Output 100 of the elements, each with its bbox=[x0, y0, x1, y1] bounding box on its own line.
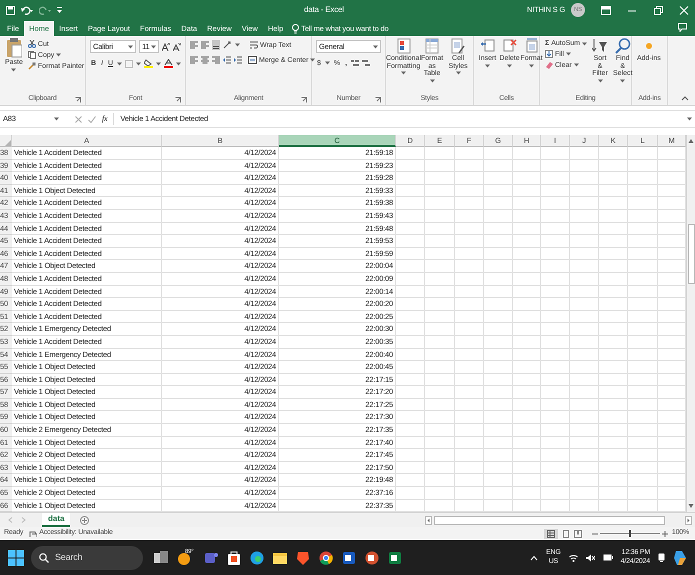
empty-cell bbox=[658, 386, 686, 399]
empty-cell bbox=[599, 424, 628, 437]
empty-cell bbox=[658, 272, 686, 286]
empty-cell bbox=[658, 462, 686, 474]
normal-view-icon[interactable] bbox=[546, 530, 555, 538]
empty-cell bbox=[599, 222, 628, 236]
search-field[interactable]: Search bbox=[31, 546, 143, 570]
empty-cell bbox=[570, 336, 599, 348]
empty-cell bbox=[541, 248, 570, 260]
empty-cell bbox=[513, 160, 541, 172]
mute-icon[interactable] bbox=[586, 554, 595, 562]
horizontal-scrollbar[interactable] bbox=[434, 516, 665, 525]
top-align-icon[interactable] bbox=[190, 41, 198, 49]
empty-cell bbox=[484, 286, 513, 298]
empty-cell bbox=[484, 210, 513, 223]
bottom-align-icon[interactable] bbox=[212, 40, 220, 50]
fill-color-icon[interactable] bbox=[144, 59, 154, 68]
empty-cell bbox=[570, 298, 599, 311]
empty-cell bbox=[484, 248, 513, 260]
empty-cell bbox=[658, 348, 686, 362]
font-color-icon[interactable] bbox=[164, 59, 174, 68]
empty-cell bbox=[628, 197, 658, 210]
caret-icon bbox=[598, 79, 602, 84]
empty-cell bbox=[541, 398, 570, 412]
empty-cell bbox=[658, 172, 686, 185]
comment-icon[interactable] bbox=[678, 23, 687, 32]
scroll-thumb[interactable] bbox=[688, 224, 694, 284]
slider-thumb[interactable] bbox=[628, 530, 631, 538]
notification-icon[interactable] bbox=[658, 553, 665, 562]
close-icon[interactable] bbox=[679, 6, 689, 14]
store-icon[interactable] bbox=[227, 550, 241, 565]
vertical-scrollbar[interactable] bbox=[686, 135, 695, 512]
dialog-launcher-icon[interactable] bbox=[175, 97, 181, 103]
empty-cell bbox=[628, 487, 658, 500]
empty-cell bbox=[396, 348, 425, 362]
decrease-indent-icon[interactable] bbox=[223, 56, 231, 64]
dialog-launcher-icon[interactable] bbox=[75, 97, 81, 103]
save-icon[interactable] bbox=[6, 6, 15, 14]
scroll-down-icon[interactable] bbox=[688, 503, 694, 510]
page-break-icon[interactable] bbox=[574, 530, 582, 538]
grow-font-icon[interactable] bbox=[162, 42, 170, 50]
scroll-right-icon[interactable] bbox=[685, 516, 692, 525]
empty-cell bbox=[599, 248, 628, 260]
empty-cell bbox=[541, 374, 570, 386]
collapse-ribbon-icon[interactable] bbox=[681, 95, 689, 101]
shield-icon[interactable] bbox=[296, 550, 310, 565]
chevron-up-icon[interactable] bbox=[530, 554, 538, 561]
scroll-left-icon[interactable] bbox=[425, 516, 432, 525]
sheet-tab[interactable]: data bbox=[42, 513, 70, 528]
empty-cell bbox=[658, 449, 686, 462]
middle-align-icon[interactable] bbox=[201, 41, 209, 49]
customize-icon[interactable] bbox=[57, 7, 62, 13]
empty-cell bbox=[599, 374, 628, 386]
dialog-launcher-icon[interactable] bbox=[301, 97, 307, 103]
empty-cell bbox=[628, 411, 658, 424]
zoom-out-icon[interactable] bbox=[592, 530, 598, 537]
empty-cell bbox=[541, 197, 570, 210]
zoom-in-icon[interactable] bbox=[662, 530, 668, 537]
empty-cell bbox=[599, 172, 628, 185]
empty-cell bbox=[425, 286, 455, 298]
empty-cell bbox=[628, 222, 658, 236]
borders-icon[interactable] bbox=[125, 60, 134, 68]
orientation-icon[interactable] bbox=[223, 41, 232, 49]
align-right-icon[interactable] bbox=[212, 56, 220, 64]
empty-cell bbox=[541, 298, 570, 311]
dialog-launcher-icon[interactable] bbox=[375, 97, 381, 103]
task-view-icon[interactable] bbox=[154, 550, 168, 565]
empty-cell bbox=[484, 436, 513, 450]
increase-decimal-icon[interactable] bbox=[351, 59, 360, 67]
scroll-up-icon[interactable] bbox=[688, 138, 694, 144]
restore-icon[interactable] bbox=[653, 6, 663, 14]
empty-cell bbox=[628, 374, 658, 386]
page-layout-icon[interactable] bbox=[562, 530, 570, 538]
wifi-icon[interactable] bbox=[568, 554, 578, 562]
empty-cell bbox=[425, 411, 455, 424]
empty-cell bbox=[570, 222, 599, 236]
empty-cell bbox=[513, 248, 541, 260]
caret-icon bbox=[136, 62, 142, 66]
zoom-slider[interactable] bbox=[600, 530, 660, 538]
empty-cell bbox=[455, 310, 484, 324]
empty-cell bbox=[513, 411, 541, 424]
battery-icon[interactable] bbox=[602, 554, 613, 562]
folder-icon[interactable] bbox=[273, 550, 287, 565]
insert-function-button[interactable]: fx bbox=[102, 113, 114, 125]
ribbon-display-icon[interactable] bbox=[601, 6, 611, 14]
empty-cell bbox=[599, 487, 628, 500]
add-sheet-icon[interactable] bbox=[80, 516, 90, 525]
empty-cell bbox=[425, 398, 455, 412]
align-center-icon[interactable] bbox=[201, 56, 209, 64]
decrease-decimal-icon[interactable] bbox=[362, 59, 370, 67]
empty-cell bbox=[455, 474, 484, 488]
caret-icon bbox=[128, 44, 134, 48]
undo-icon[interactable] bbox=[21, 6, 33, 14]
caret-icon bbox=[117, 62, 122, 66]
shrink-font-icon[interactable] bbox=[173, 42, 181, 50]
increase-indent-icon[interactable] bbox=[234, 56, 242, 64]
empty-cell bbox=[425, 172, 455, 185]
empty-cell bbox=[425, 147, 455, 160]
windows-icon[interactable] bbox=[8, 550, 24, 566]
align-left-icon[interactable] bbox=[190, 56, 198, 64]
